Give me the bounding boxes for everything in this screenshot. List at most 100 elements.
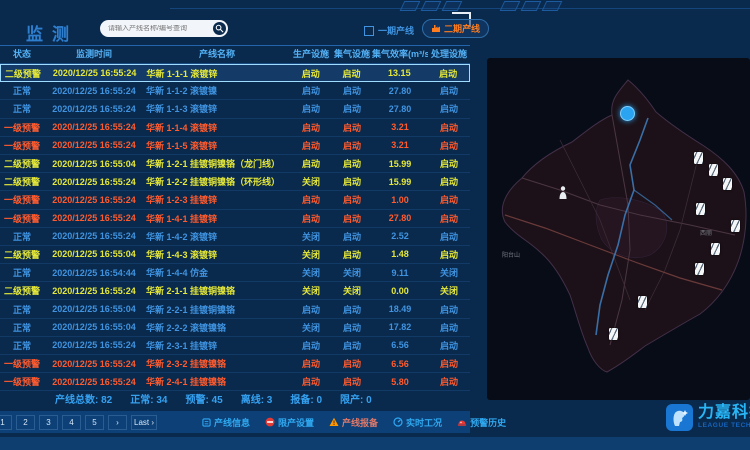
gas-efficiency-cell: 2.52	[372, 231, 428, 241]
status-cell: 一级预警	[0, 212, 44, 225]
gas-efficiency-cell: 27.80	[372, 104, 428, 114]
deco-tab	[521, 1, 542, 11]
search-button[interactable]	[213, 22, 226, 35]
table-row[interactable]: 二级预警2020/12/25 16:55:24华新 1-1-1 滚镀锌启动启动1…	[0, 64, 470, 82]
production-facility-cell: 启动	[290, 303, 332, 316]
treatment-facility-cell: 关闭	[428, 266, 470, 279]
table-row[interactable]: 正常2020/12/25 16:55:24华新 1-4-2 滚镀锌关闭启动2.5…	[0, 228, 470, 246]
monitoring-table: 状态监测时间产线名称生产设施集气设施集气效率(m³/s)处理设施 二级预警202…	[0, 45, 470, 391]
time-cell: 2020/12/25 16:55:24	[44, 359, 144, 369]
line-name-cell: 华新 2-2-2 滚镀镍铬	[144, 321, 290, 334]
time-cell: 2020/12/25 16:55:24	[44, 177, 144, 187]
status-cell: 正常	[0, 102, 44, 115]
table-row[interactable]: 一级预警2020/12/25 16:55:24华新 1-1-4 滚镀锌启动启动3…	[0, 119, 470, 137]
time-cell: 2020/12/25 16:55:24	[44, 140, 144, 150]
search-input[interactable]	[100, 25, 213, 32]
page-button[interactable]: 5	[85, 415, 104, 430]
table-row[interactable]: 二级预警2020/12/25 16:55:24华新 2-1-1 挂镀铜镍铬关闭关…	[0, 282, 470, 300]
table-row[interactable]: 一级预警2020/12/25 16:55:24华新 2-3-2 挂镀镍铬启动启动…	[0, 355, 470, 373]
factory-marker[interactable]	[696, 203, 705, 215]
column-header: 处理设施	[428, 46, 470, 63]
table-row[interactable]: 正常2020/12/25 16:55:24华新 1-1-2 滚镀镍启动启动27.…	[0, 82, 470, 100]
table-row[interactable]: 正常2020/12/25 16:55:24华新 2-3-1 挂镀锌启动启动6.5…	[0, 337, 470, 355]
action-label: 实时工况	[406, 416, 442, 429]
table-row[interactable]: 正常2020/12/25 16:55:04华新 2-2-1 挂镀铜镍铬启动启动1…	[0, 300, 470, 318]
treatment-facility-cell: 启动	[428, 175, 470, 188]
action-label: 限产设置	[278, 416, 314, 429]
factory-marker[interactable]	[638, 296, 647, 308]
action-buttons: 产线信息 限产设置 产线报备 实时工况 预警历史	[202, 411, 506, 433]
factory-marker[interactable]	[695, 263, 704, 275]
alert-history-button[interactable]: 预警历史	[457, 416, 506, 429]
gas-collection-cell: 启动	[332, 212, 372, 225]
gas-collection-cell: 启动	[332, 139, 372, 152]
phase1-checkbox[interactable]: 一期产线	[364, 24, 414, 37]
table-row[interactable]: 二级预警2020/12/25 16:55:24华新 1-2-2 挂镀铜镍铬（环形…	[0, 173, 470, 191]
table-row[interactable]: 二级预警2020/12/25 16:55:04华新 1-4-3 滚镀锌关闭启动1…	[0, 246, 470, 264]
phase1-label: 一期产线	[378, 24, 414, 37]
status-cell: 正常	[0, 339, 44, 352]
bottom-band	[0, 437, 750, 450]
next-page-button[interactable]: ›	[108, 415, 127, 430]
factory-marker[interactable]	[731, 220, 740, 232]
map-place-label: 阳台山	[502, 250, 520, 259]
page-button[interactable]: 2	[16, 415, 35, 430]
last-page-button[interactable]: Last ›	[131, 415, 157, 430]
checkbox-icon[interactable]	[364, 26, 374, 36]
line-name-cell: 华新 1-1-5 滚镀锌	[144, 139, 290, 152]
treatment-facility-cell: 启动	[428, 375, 470, 388]
realtime-status-button[interactable]: 实时工况	[393, 416, 442, 429]
treatment-facility-cell: 启动	[428, 102, 470, 115]
treatment-facility-cell: 启动	[427, 67, 469, 80]
production-facility-cell: 启动	[290, 375, 332, 388]
table-row[interactable]: 一级预警2020/12/25 16:55:24华新 1-2-3 挂镀锌启动启动1…	[0, 191, 470, 209]
factory-marker[interactable]	[694, 152, 703, 164]
table-row[interactable]: 正常2020/12/25 16:54:44华新 1-4-4 仿金关闭关闭9.11…	[0, 264, 470, 282]
gas-efficiency-cell: 17.82	[372, 322, 428, 332]
gas-collection-cell: 启动	[332, 67, 372, 80]
table-row[interactable]: 一级预警2020/12/25 16:55:24华新 1-4-1 挂镀锌启动启动2…	[0, 210, 470, 228]
table-row[interactable]: 一级预警2020/12/25 16:55:24华新 2-4-1 挂镀镍铬启动启动…	[0, 373, 470, 391]
page-button[interactable]: 3	[39, 415, 58, 430]
search-bar[interactable]	[100, 20, 228, 37]
warning-triangle-icon	[329, 417, 339, 427]
page-button[interactable]: 4	[62, 415, 81, 430]
time-cell: 2020/12/25 16:55:24	[44, 377, 144, 387]
status-cell: 正常	[0, 230, 44, 243]
gas-collection-cell: 启动	[332, 321, 372, 334]
table-row[interactable]: 一级预警2020/12/25 16:55:24华新 1-1-5 滚镀锌启动启动3…	[0, 137, 470, 155]
gas-collection-cell: 关闭	[332, 284, 372, 297]
status-cell: 二级预警	[0, 284, 44, 297]
phase2-button[interactable]: 二期产线	[422, 19, 489, 38]
line-name-cell: 华新 1-2-1 挂镀铜镍铬（龙门线）	[144, 157, 290, 170]
location-marker-blue[interactable]	[620, 106, 635, 121]
time-cell: 2020/12/25 16:55:04	[44, 304, 144, 314]
production-facility-cell: 启动	[290, 357, 332, 370]
page-button[interactable]: 1	[0, 415, 12, 430]
table-row[interactable]: 正常2020/12/25 16:55:04华新 2-2-2 滚镀镍铬关闭启动17…	[0, 319, 470, 337]
gas-efficiency-cell: 1.00	[372, 195, 428, 205]
table-row[interactable]: 二级预警2020/12/25 16:55:04华新 1-2-1 挂镀铜镍铬（龙门…	[0, 155, 470, 173]
line-report-button[interactable]: 产线报备	[329, 416, 378, 429]
factory-marker[interactable]	[709, 164, 718, 176]
production-facility-cell: 关闭	[290, 248, 332, 261]
factory-marker[interactable]	[723, 178, 732, 190]
time-cell: 2020/12/25 16:55:24	[44, 286, 144, 296]
summary-stat: 正常: 34	[130, 391, 167, 406]
line-info-button[interactable]: 产线信息	[202, 416, 250, 429]
summary-stat: 预警: 45	[185, 391, 222, 406]
treatment-facility-cell: 启动	[428, 212, 470, 225]
limit-settings-button[interactable]: 限产设置	[265, 416, 314, 429]
brand-logo: 力嘉科技 LEAGUE TECH	[666, 404, 750, 431]
person-icon	[558, 186, 568, 200]
factory-marker[interactable]	[711, 243, 720, 255]
summary-stat: 离线: 3	[241, 391, 273, 406]
summary-stat: 限产: 0	[340, 391, 372, 406]
gas-collection-cell: 启动	[332, 193, 372, 206]
line-name-cell: 华新 2-3-2 挂镀镍铬	[144, 357, 290, 370]
treatment-facility-cell: 启动	[428, 357, 470, 370]
gas-collection-cell: 启动	[332, 375, 372, 388]
gas-collection-cell: 启动	[332, 339, 372, 352]
factory-marker[interactable]	[609, 328, 618, 340]
table-row[interactable]: 正常2020/12/25 16:55:24华新 1-1-3 滚镀锌启动启动27.…	[0, 100, 470, 118]
